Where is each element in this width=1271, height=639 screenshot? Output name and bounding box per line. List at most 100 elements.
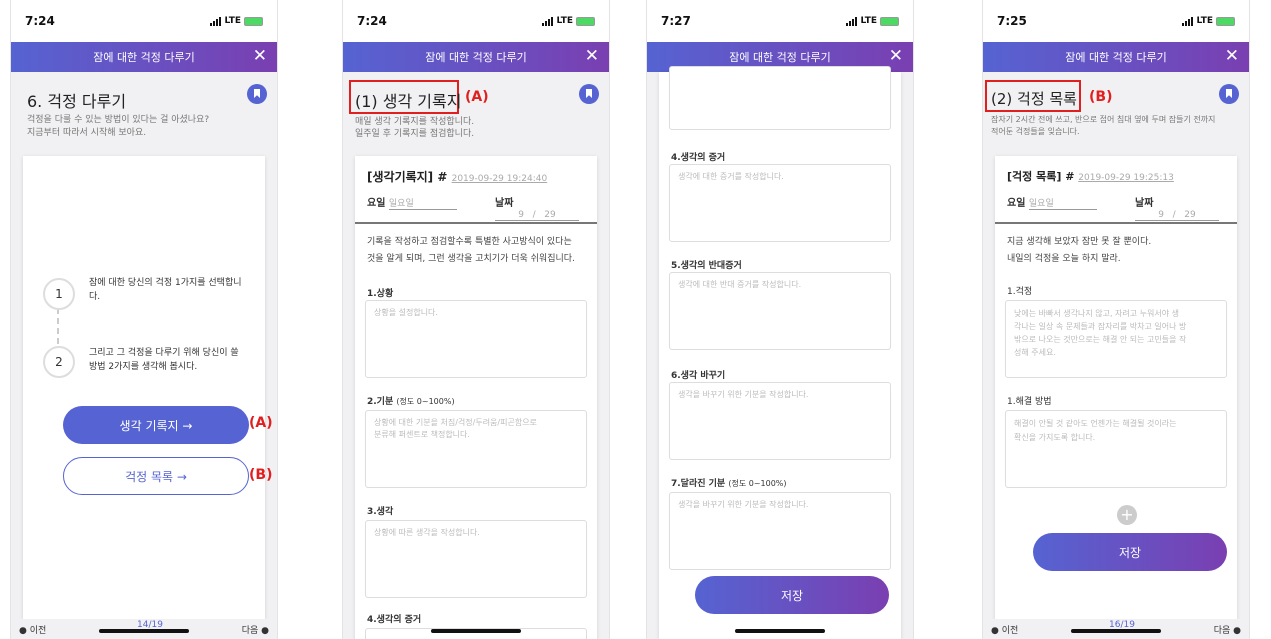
- battery-icon: [576, 16, 595, 26]
- signal-icon: [1182, 16, 1194, 26]
- app-header: 잠에 대한 걱정 다루기 ✕: [343, 42, 609, 72]
- status-bar: 7:27 LTE: [647, 0, 913, 42]
- save-button[interactable]: 저장: [1033, 533, 1227, 571]
- page-title: 6. 걱정 다루기: [27, 92, 127, 111]
- page-nav: ● 이전 16/19 다음 ●: [983, 619, 1249, 639]
- date-field[interactable]: 날짜 9 / 29: [1135, 194, 1237, 221]
- date-field[interactable]: 날짜 9 / 29: [495, 194, 597, 221]
- next-button[interactable]: 다음 ●: [242, 623, 269, 636]
- status-time: 7:24: [25, 14, 55, 28]
- solution-label: 1.해결 방법: [1007, 397, 1052, 407]
- evidence-input[interactable]: 생각에 대한 증거를 작성합니다.: [669, 164, 891, 242]
- header-title: 잠에 대한 걱정 다루기: [93, 51, 195, 64]
- changed-mood-input[interactable]: 생각을 바꾸기 위한 기분을 작성합니다.: [669, 492, 891, 570]
- change-thought-input[interactable]: 생각을 바꾸기 위한 기분을 작성합니다.: [669, 382, 891, 460]
- page-nav: [647, 619, 913, 639]
- page-desc-2: 적어둔 걱정들을 잊습니다.: [991, 127, 1080, 136]
- phone-screen-3: 7:27 LTE 잠에 대한 걱정 다루기 ✕ 4.생각의 증거 생각에 대한 …: [646, 0, 914, 639]
- status-signal: LTE: [210, 16, 263, 26]
- network-label: LTE: [1196, 16, 1213, 26]
- home-indicator: [99, 629, 189, 633]
- thought-record-form: [생각기록지] # 2019-09-29 19:24:40 요일 일요일 날짜 …: [355, 156, 597, 639]
- page-desc-1: 잠자기 2시간 전에 쓰고, 반으로 접어 침대 옆에 두며 잠들기 전까지: [991, 115, 1216, 124]
- status-time: 7:27: [661, 14, 691, 28]
- section-thought-label: 3.생각: [367, 507, 394, 517]
- situation-input[interactable]: 상황을 설정합니다.: [365, 300, 587, 378]
- status-bar: 7:24 LTE: [11, 0, 277, 42]
- app-header: 잠에 대한 걱정 다루기 ✕: [983, 42, 1249, 72]
- counter-evidence-input[interactable]: 생각에 대한 반대 증거를 작성합니다.: [669, 272, 891, 350]
- intro-text: 기록을 작성하고 점검할수록 특별한 사고방식이 있다는 것을 알게 되며, 그런…: [367, 237, 575, 264]
- annotation-b: (B): [1089, 89, 1113, 105]
- intro-text: 지금 생각해 보았자 잠만 못 잘 뿐이다. 내일의 걱정을 오늘 하지 말라.: [1007, 237, 1152, 264]
- form-title: [생각기록지] # 2019-09-29 19:24:40: [367, 170, 548, 184]
- status-signal: LTE: [542, 16, 595, 26]
- next-button[interactable]: 다음 ●: [1214, 623, 1241, 636]
- signal-icon: [846, 16, 858, 26]
- save-button[interactable]: 저장: [695, 576, 889, 614]
- home-indicator: [1071, 629, 1161, 633]
- mood-input[interactable]: 상황에 대한 기분을 처짐/걱정/두려움/피곤함으로 분류해 퍼센트로 책정합니다…: [365, 410, 587, 488]
- bookmark-icon[interactable]: [579, 84, 599, 104]
- page-desc-1: 걱정을 다룰 수 있는 방법이 있다는 걸 아셨나요?: [27, 115, 210, 125]
- annotation-a: (A): [465, 89, 489, 105]
- network-label: LTE: [224, 16, 241, 26]
- page-nav: [343, 619, 609, 639]
- page-desc-1: 매일 생각 기록지를 작성합니다.: [355, 117, 475, 127]
- step-1-number: 1: [43, 278, 75, 310]
- signal-icon: [542, 16, 554, 26]
- solution-input[interactable]: 해결이 안될 것 같아도 언젠가는 해결될 것이라는 확신을 가지도록 합니다.: [1005, 410, 1227, 488]
- close-icon[interactable]: ✕: [253, 46, 267, 66]
- section-counter-evidence-label: 5.생각의 반대증거: [671, 261, 742, 271]
- prev-button[interactable]: ● 이전: [19, 623, 46, 636]
- worry-label: 1.걱정: [1007, 287, 1033, 297]
- steps-card: 1 잠에 대한 당신의 걱정 1가지를 선택합니 다. 2 그리고 그 걱정을 다…: [23, 156, 265, 621]
- close-icon[interactable]: ✕: [1225, 46, 1239, 66]
- status-bar: 7:25 LTE: [983, 0, 1249, 42]
- header-title: 잠에 대한 걱정 다루기: [425, 51, 527, 64]
- prev-button[interactable]: ● 이전: [991, 623, 1018, 636]
- close-icon[interactable]: ✕: [889, 46, 903, 66]
- home-indicator: [431, 629, 521, 633]
- header-title: 잠에 대한 걱정 다루기: [1065, 51, 1167, 64]
- annotation-b: (B): [249, 467, 273, 483]
- bookmark-icon[interactable]: [1219, 84, 1239, 104]
- page-desc-2: 지금부터 따라서 시작해 보아요.: [27, 128, 147, 138]
- network-label: LTE: [860, 16, 877, 26]
- section-change-thought-label: 6.생각 바꾸기: [671, 371, 726, 381]
- phone-screen-4: 7:25 LTE 잠에 대한 걱정 다루기 ✕ (2) 걱정 목록 (B) 잠자…: [982, 0, 1250, 639]
- close-icon[interactable]: ✕: [585, 46, 599, 66]
- worry-input[interactable]: 낮에는 바빠서 생각나지 않고, 자려고 누워서야 생 각나는 일상 속 문제들과…: [1005, 300, 1227, 378]
- page-desc-2: 일주일 후 기록지를 점검합니다.: [355, 129, 475, 139]
- content: (2) 걱정 목록 (B) 잠자기 2시간 전에 쓰고, 반으로 접어 침대 옆…: [983, 72, 1249, 639]
- day-field[interactable]: 요일 일요일: [367, 194, 457, 210]
- battery-icon: [1216, 16, 1235, 26]
- thought-input[interactable]: [669, 66, 891, 130]
- section-evidence-label: 4.생각의 증거: [671, 153, 726, 163]
- worry-list-button[interactable]: 걱정 목록 →: [63, 457, 249, 495]
- step-1-text: 잠에 대한 당신의 걱정 1가지를 선택합니 다.: [89, 278, 242, 302]
- add-icon[interactable]: +: [1117, 505, 1137, 525]
- thought-record-button[interactable]: 생각 기록지 →: [63, 406, 249, 444]
- status-signal: LTE: [846, 16, 899, 26]
- content: 6. 걱정 다루기 걱정을 다룰 수 있는 방법이 있다는 걸 아셨나요? 지금…: [11, 72, 277, 639]
- section-changed-mood-label: 7.달라진 기분 (정도 0~100%): [671, 479, 787, 489]
- section-mood-label: 2.기분 (정도 0~100%): [367, 397, 455, 407]
- thought-input[interactable]: 상황에 따른 생각을 작성합니다.: [365, 520, 587, 598]
- worry-list-form: [걱정 목록] # 2019-09-29 19:25:13 요일 일요일 날짜 …: [995, 156, 1237, 621]
- page-title: (2) 걱정 목록: [991, 90, 1077, 108]
- status-time: 7:25: [997, 14, 1027, 28]
- form-title: [걱정 목록] # 2019-09-29 19:25:13: [1007, 170, 1174, 183]
- thought-record-form-scrolled: 4.생각의 증거 생각에 대한 증거를 작성합니다. 5.생각의 반대증거 생각…: [659, 66, 901, 639]
- signal-icon: [210, 16, 222, 26]
- status-bar: 7:24 LTE: [343, 0, 609, 42]
- content: (1) 생각 기록지 (A) 매일 생각 기록지를 작성합니다. 일주일 후 기…: [343, 72, 609, 639]
- page-nav: ● 이전 14/19 다음 ●: [11, 619, 277, 639]
- step-2-number: 2: [43, 346, 75, 378]
- battery-icon: [244, 16, 263, 26]
- step-2-text: 그리고 그 걱정을 다루기 위해 당신이 쓸 방법 2가지를 생각해 봅시다.: [89, 348, 239, 372]
- app-header: 잠에 대한 걱정 다루기 ✕: [11, 42, 277, 72]
- day-field[interactable]: 요일 일요일: [1007, 194, 1097, 210]
- bookmark-icon[interactable]: [247, 84, 267, 104]
- status-signal: LTE: [1182, 16, 1235, 26]
